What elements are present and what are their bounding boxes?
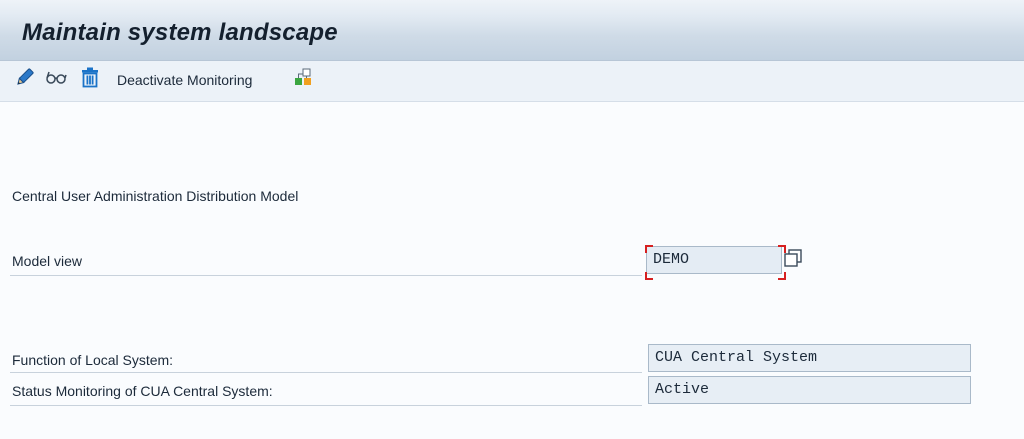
model-view-label: Model view	[12, 253, 83, 269]
focus-marker	[645, 245, 653, 253]
function-local-system-field: CUA Central System	[648, 344, 971, 372]
status-monitoring-field: Active	[648, 376, 971, 404]
application-toolbar: Deactivate Monitoring	[0, 61, 1024, 102]
page-title: Maintain system landscape	[22, 19, 338, 46]
function-local-system-label: Function of Local System:	[12, 352, 174, 368]
row-divider	[10, 275, 642, 276]
sap-screen: Maintain system landscape Deactivate Mon…	[0, 0, 1024, 439]
glasses-icon[interactable]	[44, 66, 67, 88]
trash-icon[interactable]	[79, 66, 101, 88]
focus-marker	[645, 272, 653, 280]
row-divider	[10, 372, 642, 373]
section-heading: Central User Administration Distribution…	[12, 188, 299, 204]
pencil-icon[interactable]	[14, 66, 36, 88]
title-bar: Maintain system landscape	[0, 0, 1024, 61]
model-view-field[interactable]: DEMO	[646, 246, 782, 274]
copy-icon[interactable]	[783, 248, 805, 270]
hierarchy-icon[interactable]	[292, 66, 314, 88]
focus-marker	[778, 272, 786, 280]
status-monitoring-label: Status Monitoring of CUA Central System:	[12, 383, 273, 399]
deactivate-monitoring-button[interactable]: Deactivate Monitoring	[117, 72, 252, 88]
row-divider	[10, 405, 642, 406]
